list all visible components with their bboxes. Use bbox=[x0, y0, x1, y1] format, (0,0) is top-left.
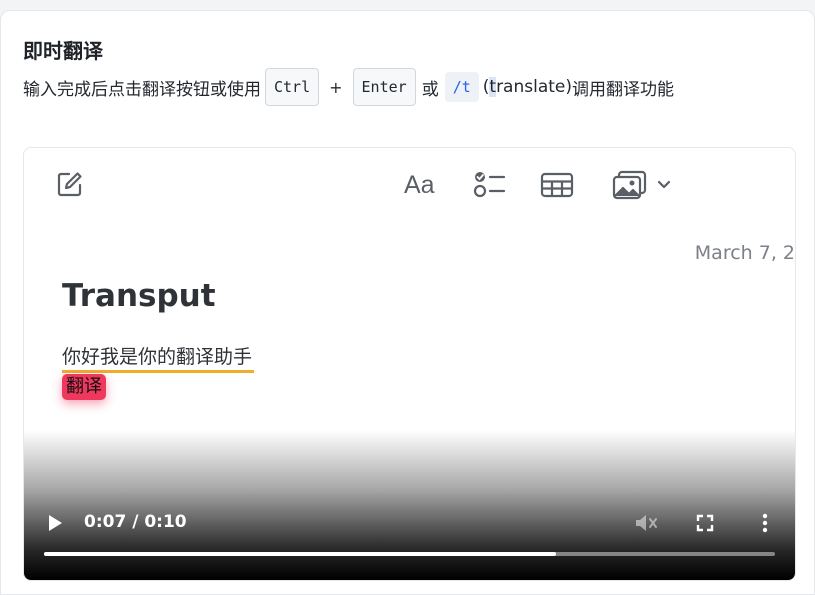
demo-video[interactable]: Aa March 7, 2 Transput 你好我是你的翻译助手 翻译 0:0… bbox=[23, 147, 796, 581]
kbd-ctrl: Ctrl bbox=[265, 68, 320, 106]
volume-muted-icon[interactable] bbox=[634, 512, 658, 534]
section-title: 即时翻译 bbox=[23, 39, 103, 63]
section-description: 输入完成后点击翻译按钮或使用 Ctrl + Enter 或 /t (t ransl… bbox=[23, 67, 674, 107]
more-vert-icon[interactable] bbox=[760, 512, 770, 534]
slash-command: /t bbox=[444, 72, 479, 102]
player-gradient bbox=[24, 430, 795, 580]
chevron-down-icon bbox=[657, 180, 671, 189]
note-title: Transput bbox=[62, 278, 216, 314]
compose-icon bbox=[57, 172, 82, 197]
playback-time: 0:07 / 0:10 bbox=[84, 512, 187, 532]
plus-sign: + bbox=[329, 77, 343, 97]
svg-text:Aa: Aa bbox=[404, 171, 435, 198]
kbd-enter: Enter bbox=[352, 68, 416, 106]
translate-button[interactable]: 翻译 bbox=[62, 374, 106, 400]
desc-suffix: 调用翻译功能 bbox=[572, 79, 675, 100]
fullscreen-icon[interactable] bbox=[696, 514, 714, 532]
paren-close: ) bbox=[565, 77, 573, 97]
command-highlight-t: t bbox=[489, 77, 497, 97]
table-icon bbox=[540, 172, 574, 198]
text-format-icon: Aa bbox=[404, 171, 435, 198]
note-date: March 7, 2 bbox=[694, 242, 795, 264]
or-text: 或 bbox=[421, 79, 439, 100]
play-icon[interactable] bbox=[46, 513, 64, 533]
desc-prefix: 输入完成后点击翻译按钮或使用 bbox=[23, 79, 261, 100]
progress-bar[interactable] bbox=[44, 552, 775, 556]
note-text: 你好我是你的翻译助手 bbox=[62, 344, 255, 373]
paren-open: ( bbox=[482, 77, 490, 97]
command-rest: ranslate bbox=[496, 77, 566, 97]
progress-fill bbox=[44, 552, 556, 556]
media-icon bbox=[612, 170, 647, 200]
checklist-icon bbox=[473, 172, 506, 198]
demo-card: 即时翻译 输入完成后点击翻译按钮或使用 Ctrl + Enter 或 /t (t… bbox=[0, 10, 815, 595]
